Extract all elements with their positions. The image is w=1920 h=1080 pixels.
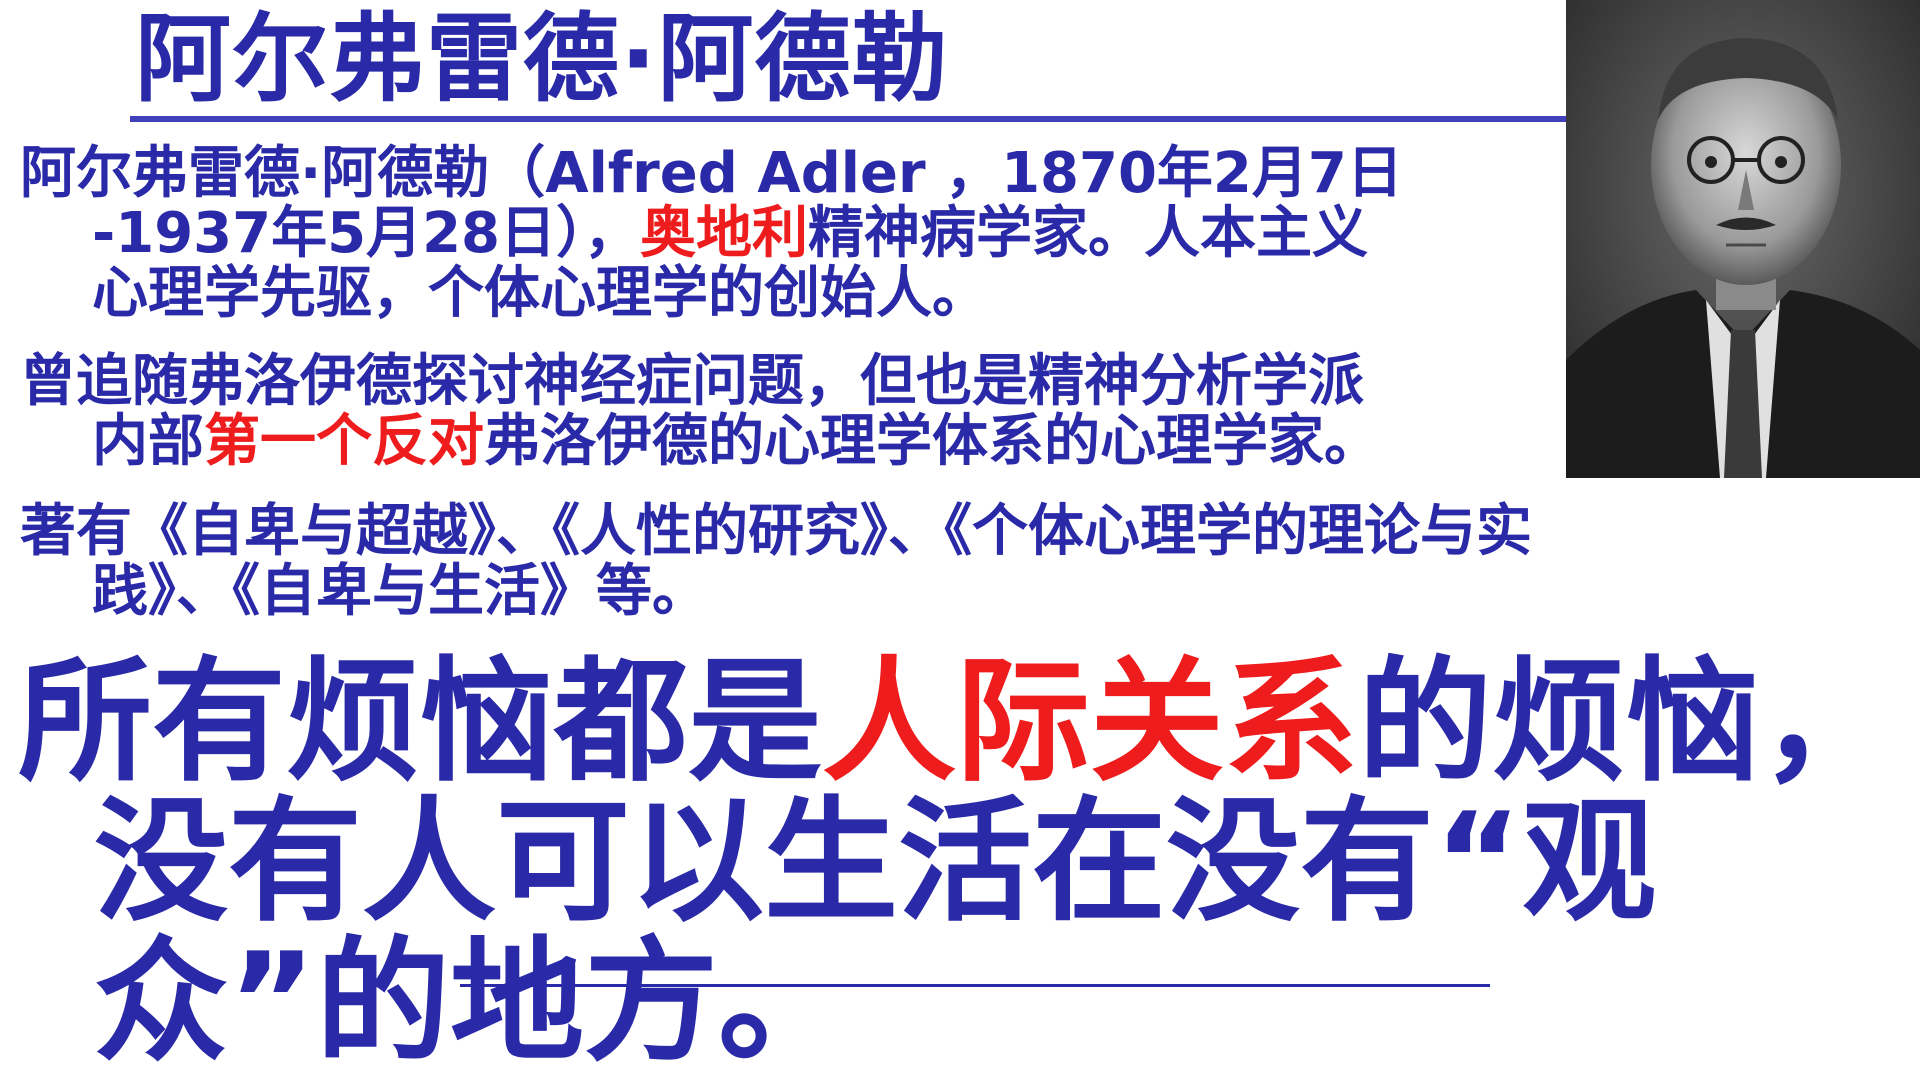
quote-underline bbox=[460, 984, 1490, 987]
paragraph-line: 心理学先驱，个体心理学的创始人。 bbox=[92, 261, 988, 326]
title-underline bbox=[130, 116, 1570, 122]
slide: 阿尔弗雷德·阿德勒 阿尔弗雷德·阿德勒（Alfred Adler ，1870年2… bbox=[0, 0, 1920, 1080]
highlight-austria: 奥地利 bbox=[640, 201, 808, 266]
quote-line: 没有人可以生活在没有“观 bbox=[94, 784, 1657, 940]
text-segment: -1937年5月28日）， bbox=[92, 201, 640, 266]
paragraph-works: 著有《自卑与超越》、《人性的研究》、《个体心理学的理论与实 践》、《自卑与生活》… bbox=[20, 502, 1532, 622]
paragraph-line: 内部第一个反对弗洛伊德的心理学体系的心理学家。 bbox=[20, 412, 1380, 472]
highlight-oppose: 反对 bbox=[372, 409, 484, 474]
paragraph-line: 曾追随弗洛伊德探讨神经症问题，但也是精神分析学派 bbox=[20, 349, 1364, 414]
paragraph-biography: 阿尔弗雷德·阿德勒（Alfred Adler ，1870年2月7日 -1937年… bbox=[20, 144, 1403, 324]
portrait-photo bbox=[1566, 0, 1920, 478]
paragraph-line: 践》、《自卑与生活》等。 bbox=[92, 559, 708, 624]
text-segment: 弗洛伊德的心理学体系的心理学家。 bbox=[484, 409, 1380, 474]
portrait-image bbox=[1566, 0, 1920, 478]
text-segment: 所有烦恼都是 bbox=[18, 644, 823, 800]
paragraph-freud: 曾追随弗洛伊德探讨神经症问题，但也是精神分析学派 内部第一个反对弗洛伊德的心理学… bbox=[20, 352, 1380, 472]
paragraph-line: 阿尔弗雷德·阿德勒（Alfred Adler ，1870年2月7日 bbox=[20, 141, 1403, 206]
quote-block: 所有烦恼都是人际关系的烦恼， 没有人可以生活在没有“观 众”的地方。 bbox=[18, 652, 1894, 1072]
paragraph-line: -1937年5月28日），奥地利精神病学家。人本主义 bbox=[20, 204, 1403, 264]
text-segment: 精神病学家。人本主义 bbox=[808, 201, 1368, 266]
highlight-first: 第一个 bbox=[204, 409, 372, 474]
page-title: 阿尔弗雷德·阿德勒 bbox=[135, 3, 949, 115]
text-segment: 内部 bbox=[92, 409, 204, 474]
quote-line: 所有烦恼都是人际关系的烦恼， bbox=[18, 652, 1894, 792]
paragraph-line: 著有《自卑与超越》、《人性的研究》、《个体心理学的理论与实 bbox=[20, 499, 1532, 564]
highlight-relationships: 人际关系 bbox=[822, 644, 1359, 800]
text-segment: 的烦恼， bbox=[1358, 644, 1895, 800]
quote-line: 众”的地方。 bbox=[94, 924, 853, 1080]
